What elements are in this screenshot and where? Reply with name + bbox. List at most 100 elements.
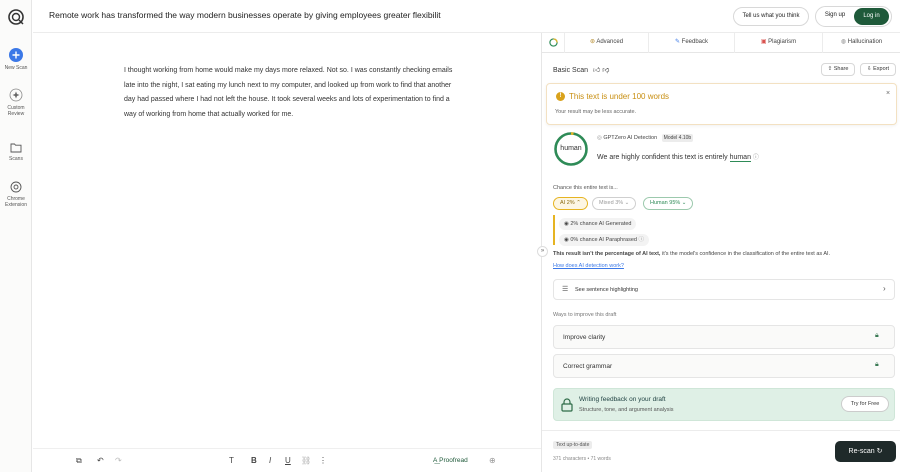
model-badge: Model 4.10b bbox=[661, 134, 694, 142]
tab-feedback-label: Feedback bbox=[681, 39, 709, 45]
chip-mixed-label: Mixed 3% bbox=[599, 200, 624, 206]
warning-subtitle: Your result may be less accurate. bbox=[555, 109, 637, 115]
info-icon[interactable]: ⓘ bbox=[639, 237, 645, 243]
tab-plagiarism[interactable]: ▣ Plagiarism bbox=[734, 33, 822, 53]
warning-title: This text is under 100 words bbox=[569, 92, 670, 101]
sentence-highlighting-label: See sentence highlighting bbox=[575, 287, 638, 293]
tab-hallucination[interactable]: ◍ Hallucination bbox=[822, 33, 900, 53]
thumbs-up-icon[interactable]: 👍︎ bbox=[593, 67, 600, 74]
folder-icon bbox=[10, 143, 22, 153]
close-icon[interactable]: × bbox=[886, 90, 890, 97]
top-header: Remote work has transformed the way mode… bbox=[33, 0, 900, 33]
ai-generated-label: 2% chance AI Generated bbox=[570, 221, 632, 227]
signup-button[interactable]: Sign up bbox=[817, 7, 853, 26]
improve-clarity-label: Improve clarity bbox=[563, 334, 606, 341]
chevron-down-icon: ⌄ bbox=[680, 200, 687, 206]
tab-hallucination-label: Hallucination bbox=[847, 39, 883, 45]
verdict-ring-label: human bbox=[560, 145, 582, 152]
text-counts: 371 characters • 71 words bbox=[553, 456, 611, 462]
try-for-free-button[interactable]: Try for Free bbox=[841, 396, 889, 412]
underline-icon[interactable]: U bbox=[285, 456, 291, 465]
confidence-prefix: We are highly confident this text is ent… bbox=[597, 154, 728, 161]
tab-advanced[interactable]: ⊛ Advanced bbox=[564, 33, 648, 53]
chip-human[interactable]: Human 95% ⌄ bbox=[643, 197, 694, 210]
detector-name: GPTZero AI Detection bbox=[603, 135, 658, 141]
status-badge: Text up-to-date bbox=[553, 441, 593, 449]
login-button[interactable]: Log in bbox=[854, 8, 889, 25]
chrome-icon bbox=[10, 181, 22, 193]
ways-label: Ways to improve this draft bbox=[553, 312, 617, 318]
chrome-extension-button[interactable]: Chrome Extension bbox=[0, 181, 32, 208]
undo-icon[interactable]: ↶ bbox=[97, 456, 104, 465]
lock-icon bbox=[561, 398, 573, 412]
chip-ai[interactable]: AI 2% ⌃ bbox=[553, 197, 588, 210]
feedback-pen-icon: ✎ bbox=[674, 39, 682, 45]
ai-breakdown-bar bbox=[553, 215, 555, 245]
chevron-right-icon: › bbox=[883, 284, 886, 293]
footer-divider bbox=[542, 430, 900, 431]
feedback-button[interactable]: Tell us what you think bbox=[733, 7, 809, 26]
settings-icon[interactable]: ⊕ bbox=[489, 456, 496, 465]
ai-generated-row: ◉ 2% chance AI Generated bbox=[559, 218, 637, 230]
scan-title-row: Basic Scan 👍︎ 👎︎ bbox=[553, 65, 609, 74]
verdict-ring: human bbox=[553, 131, 589, 167]
proofread-button[interactable]: A͟ Proofread bbox=[433, 457, 468, 464]
info-icon[interactable]: ⓘ bbox=[753, 155, 759, 161]
tab-plagiarism-label: Plagiarism bbox=[768, 39, 797, 45]
rescan-button[interactable]: Re-scan ↻ bbox=[835, 441, 896, 462]
proofread-label: Proofread bbox=[439, 457, 468, 464]
scans-button[interactable]: Scans bbox=[0, 142, 32, 162]
lock-icon: 🔒︎ bbox=[875, 332, 879, 339]
editor-toolbar: ⧉ ↶ ↷ T B I U ⛓ ⋮ A͟ Proofread ⊕ bbox=[33, 448, 541, 472]
writing-feedback-card: Writing feedback on your draft Structure… bbox=[553, 388, 895, 421]
export-label: Export bbox=[873, 66, 890, 72]
editor-content[interactable]: I thought working from home would make m… bbox=[124, 64, 460, 122]
panel-tabs: ⊛ Advanced ✎ Feedback ▣ Plagiarism ◍ Hal… bbox=[542, 33, 900, 53]
new-scan-label: New Scan bbox=[4, 65, 28, 71]
chip-mixed[interactable]: Mixed 3% ⌄ bbox=[592, 197, 637, 210]
scan-ring-icon bbox=[548, 38, 558, 47]
hallucination-icon: ◍ bbox=[840, 39, 848, 45]
refresh-icon: ↻ bbox=[874, 448, 883, 455]
collapse-panel-icon[interactable]: » bbox=[537, 246, 548, 257]
export-button[interactable]: ⇩ Export bbox=[860, 63, 896, 76]
correct-grammar-button[interactable]: Correct grammar 🔒︎ bbox=[553, 354, 895, 378]
gptzero-logo-icon[interactable] bbox=[7, 8, 25, 28]
ai-paraphrased-row: ◉ 0% chance AI Paraphrased ⓘ bbox=[559, 234, 650, 246]
disclaimer-text: This result isn't the percentage of AI t… bbox=[553, 251, 893, 257]
bold-icon[interactable]: B bbox=[251, 456, 257, 465]
tab-advanced-label: Advanced bbox=[596, 39, 624, 45]
plus-icon bbox=[9, 48, 23, 62]
writing-feedback-subtitle: Structure, tone, and argument analysis bbox=[579, 407, 674, 413]
sparkle-icon bbox=[9, 88, 23, 102]
redo-icon[interactable]: ↷ bbox=[115, 456, 122, 465]
highlight-lines-icon: ☰ bbox=[562, 286, 569, 293]
tab-basic[interactable] bbox=[542, 33, 564, 53]
italic-icon[interactable]: I bbox=[269, 456, 271, 465]
confidence-word: human bbox=[729, 154, 751, 162]
link-icon[interactable]: ⛓ bbox=[301, 456, 311, 465]
chip-human-label: Human 95% bbox=[650, 200, 681, 206]
copy-icon[interactable]: ⧉ bbox=[76, 456, 82, 466]
improve-clarity-button[interactable]: Improve clarity 🔒︎ bbox=[553, 325, 895, 349]
share-button[interactable]: ⇪ Share bbox=[821, 63, 855, 76]
warning-icon: ! bbox=[556, 92, 565, 101]
disclaimer-bold: This result isn't the percentage of AI t… bbox=[553, 251, 661, 257]
how-detection-works-link[interactable]: How does AI detection work? bbox=[553, 263, 624, 269]
document-title[interactable]: Remote work has transformed the way mode… bbox=[49, 10, 441, 20]
short-text-warning: ! This text is under 100 words Your resu… bbox=[546, 83, 897, 125]
sentence-highlighting-button[interactable]: ☰ See sentence highlighting › bbox=[553, 279, 895, 300]
thumbs-down-icon[interactable]: 👎︎ bbox=[602, 67, 609, 74]
left-rail: New Scan Custom Review Scans Chrome Exte… bbox=[0, 0, 32, 472]
text-format-icon[interactable]: T bbox=[229, 456, 234, 465]
more-icon[interactable]: ⋮ bbox=[319, 456, 327, 465]
tab-feedback[interactable]: ✎ Feedback bbox=[648, 33, 734, 53]
scan-title: Basic Scan bbox=[553, 67, 589, 74]
custom-review-button[interactable]: Custom Review bbox=[0, 88, 32, 117]
rescan-label: Re-scan bbox=[848, 448, 875, 455]
scans-label: Scans bbox=[9, 156, 23, 162]
new-scan-button[interactable]: New Scan bbox=[0, 48, 32, 71]
custom-review-label: Custom Review bbox=[7, 105, 25, 117]
ai-paraphrased-label: 0% chance AI Paraphrased bbox=[570, 237, 637, 243]
chevron-down-icon: ⌄ bbox=[623, 200, 630, 206]
